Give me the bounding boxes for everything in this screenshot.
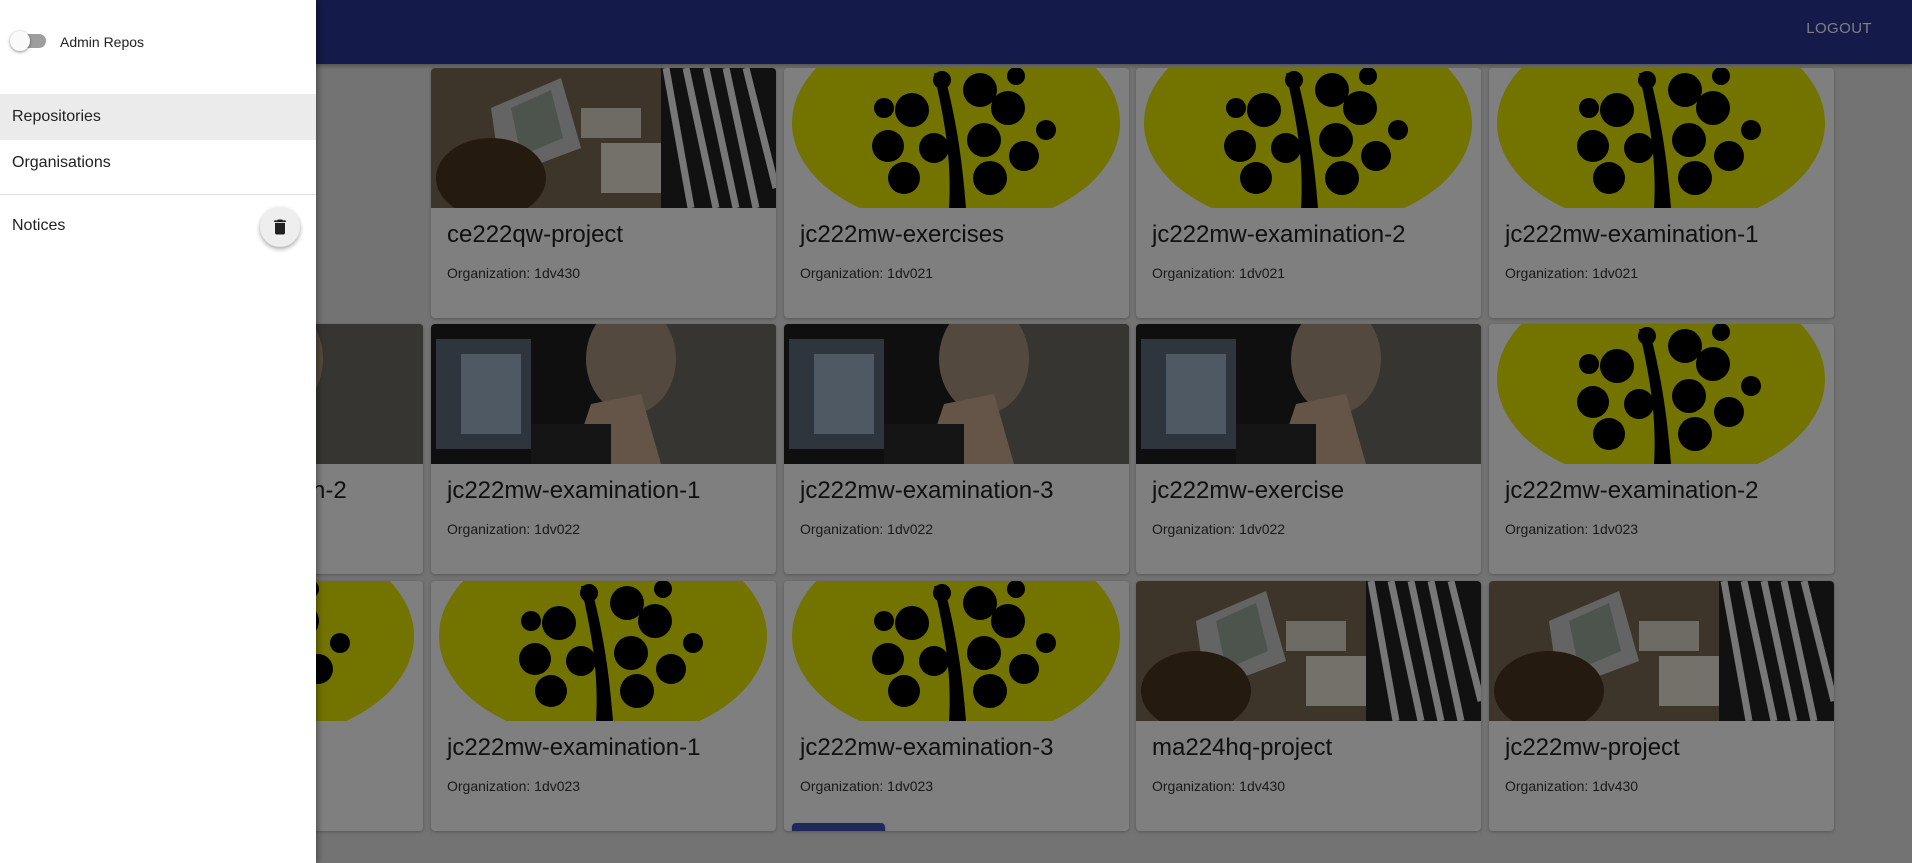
admin-repos-toggle[interactable] [10, 31, 46, 51]
delete-icon [274, 219, 286, 235]
delete-notices-button[interactable] [260, 207, 300, 247]
toggle-thumb [10, 31, 30, 51]
nav-item-label: Repositories [12, 108, 101, 125]
nav-item-label: Organisations [12, 154, 111, 171]
notices-label: Notices [12, 217, 66, 234]
drawer-divider [0, 194, 316, 195]
nav-item-organisations[interactable]: Organisations [0, 140, 316, 186]
nav-item-repositories[interactable]: Repositories [0, 94, 316, 140]
admin-repos-label: Admin Repos [60, 34, 145, 50]
navigation-drawer: Admin Repos Repositories Organisations N… [0, 0, 316, 863]
